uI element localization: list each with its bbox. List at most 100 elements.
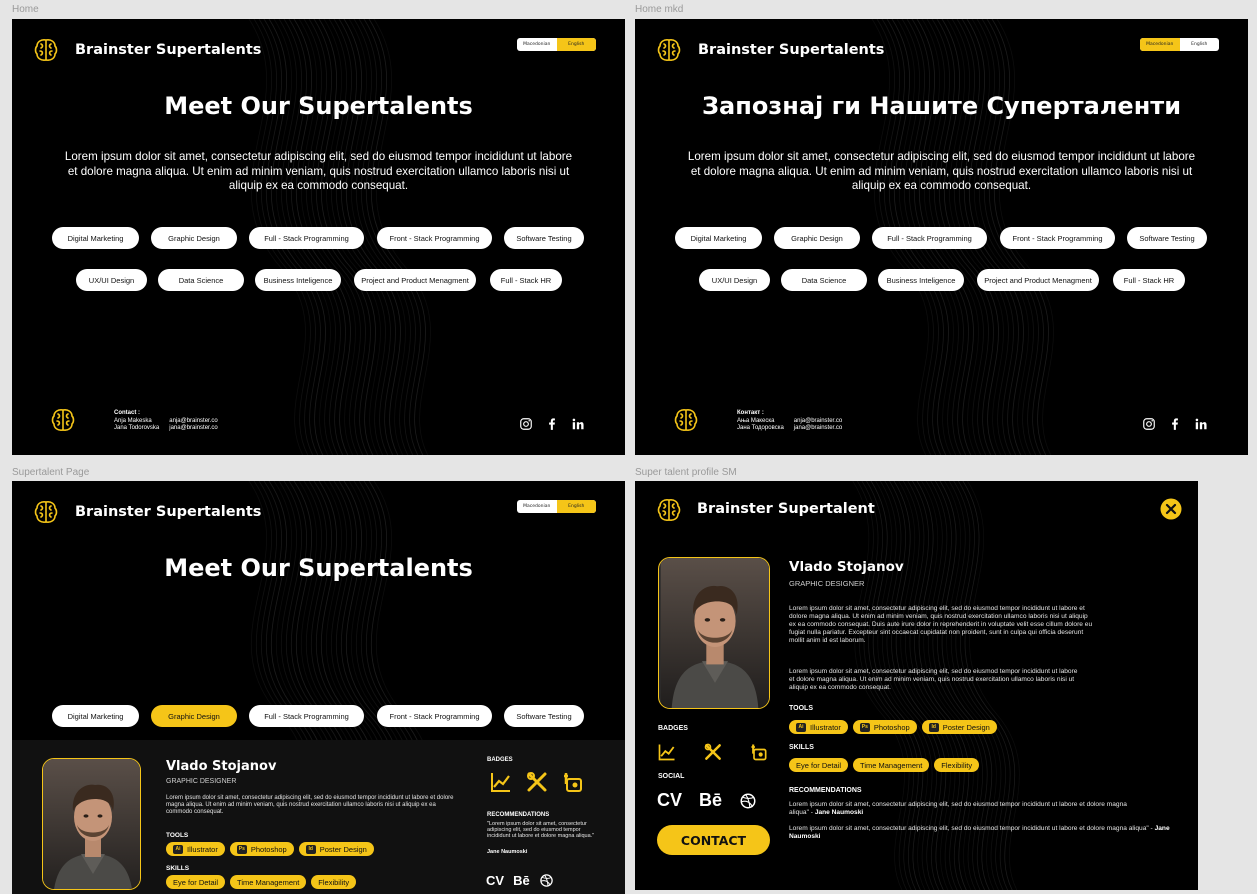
contact-email-link[interactable]: anja@brainster.co	[169, 418, 217, 426]
category-pill[interactable]: Business Inteligence	[878, 269, 964, 291]
tool-app-icon: Ai	[173, 844, 183, 854]
recommender-name: Jane Naumoski	[814, 809, 864, 816]
category-pill[interactable]: UX/UI Design	[76, 269, 147, 291]
talent-role: GRAPHIC DESIGNER	[789, 579, 865, 588]
category-pill[interactable]: Data Science	[781, 269, 867, 291]
tool-name: Photoshop	[873, 722, 910, 732]
brand-name[interactable]: Brainster Supertalents	[75, 42, 261, 58]
brush-badge-icon	[561, 770, 585, 794]
tool-name: Photoshop	[250, 844, 287, 854]
frame-label-home: Home	[12, 4, 39, 15]
instagram-icon[interactable]	[1142, 417, 1156, 431]
lang-option-macedonian[interactable]: Macedonian	[517, 500, 557, 513]
brain-logo-icon[interactable]	[32, 36, 60, 64]
behance-icon[interactable]: Bē	[699, 790, 722, 811]
facebook-icon[interactable]	[1168, 417, 1182, 431]
tool-name: Poster Design	[319, 844, 367, 854]
contact-button[interactable]: CONTACT	[657, 825, 770, 855]
talent-role: GRAPHIC DESIGNER	[166, 778, 237, 785]
category-pill[interactable]: Data Science	[158, 269, 244, 291]
category-pill[interactable]: Full - Stack Programming	[249, 705, 364, 727]
contact-name: Ања Макеска	[737, 417, 775, 424]
social-links: CV Bē	[657, 790, 757, 811]
talent-bio-2: Lorem ipsum dolor sit amet, consectetur …	[789, 668, 1078, 691]
tools-badge-icon	[525, 770, 549, 794]
frame-label-profile-sm: Super talent profile SM	[635, 467, 737, 478]
talent-name: Vlado Stojanov	[789, 559, 904, 575]
page-title: Meet Our Supertalents	[164, 92, 473, 120]
social-links	[1142, 417, 1208, 431]
contact-email-link[interactable]: jana@brainster.co	[169, 425, 217, 433]
brain-logo-icon[interactable]	[655, 496, 683, 524]
lang-option-macedonian[interactable]: Macedonian	[1140, 38, 1180, 51]
category-pill[interactable]: Project and Product Menagment	[977, 269, 1099, 291]
chart-badge-icon	[489, 770, 513, 794]
talent-name[interactable]: Vlado Stojanov	[166, 759, 276, 774]
language-switch[interactable]: Macedonian English	[517, 38, 596, 51]
page-title: Meet Our Supertalents	[164, 554, 473, 582]
cv-icon[interactable]: CV	[486, 873, 504, 888]
dribbble-icon[interactable]	[539, 873, 554, 888]
lang-option-english[interactable]: English	[556, 38, 596, 51]
category-pill[interactable]: Graphic Design	[151, 705, 237, 727]
category-pill[interactable]: Digital Marketing	[52, 705, 139, 727]
skill-tag: Eye for Detail	[166, 875, 226, 889]
lang-option-macedonian[interactable]: Macedonian	[517, 38, 557, 51]
category-pill[interactable]: Full - Stack Programming	[249, 227, 364, 249]
tool-name: Illustrator	[810, 722, 841, 732]
contact-label: Contact :	[114, 410, 140, 416]
language-switch[interactable]: Macedonian English	[1140, 38, 1219, 51]
category-pill[interactable]: Front - Stack Programming	[377, 705, 492, 727]
brain-logo-icon[interactable]	[655, 36, 683, 64]
language-switch[interactable]: Macedonian English	[517, 500, 596, 513]
category-pill[interactable]: Front - Stack Programming	[377, 227, 492, 249]
brand-name[interactable]: Brainster Supertalents	[698, 42, 884, 58]
category-pill[interactable]: Business Inteligence	[255, 269, 341, 291]
contact-email-link[interactable]: jana@brainster.co	[794, 425, 842, 433]
category-pill[interactable]: Software Testing	[504, 227, 584, 249]
contact-email-link[interactable]: anja@brainster.co	[794, 418, 842, 426]
category-pill[interactable]: Project and Product Menagment	[354, 269, 476, 291]
category-pill[interactable]: Full - Stack HR	[1113, 269, 1185, 291]
chart-badge-icon	[657, 742, 677, 762]
tools-heading: TOOLS	[166, 832, 189, 839]
skill-tag: Flexibility	[311, 875, 357, 889]
recommender-name: Jane Naumoski	[487, 849, 528, 855]
category-pill[interactable]: Graphic Design	[774, 227, 860, 249]
linkedin-icon[interactable]	[571, 417, 585, 431]
contact-name: Jana Todorovska	[114, 425, 160, 431]
category-pill[interactable]: Digital Marketing	[675, 227, 762, 249]
dribbble-icon[interactable]	[739, 792, 757, 810]
brand-name[interactable]: Brainster Supertalents	[75, 504, 261, 520]
category-pill[interactable]: Graphic Design	[151, 227, 237, 249]
category-pill[interactable]: Software Testing	[1127, 227, 1207, 249]
facebook-icon[interactable]	[545, 417, 559, 431]
recommendations-heading: RECOMMENDATIONS	[789, 787, 862, 794]
skills-list: Eye for Detail Time Management Flexibility	[789, 758, 984, 772]
tool-tag: Id Poster Design	[298, 842, 374, 856]
lang-option-english[interactable]: English	[556, 500, 596, 513]
skills-heading: SKILLS	[789, 744, 814, 751]
category-pill[interactable]: UX/UI Design	[699, 269, 770, 291]
skill-tag: Eye for Detail	[789, 758, 849, 772]
contact-name: Anja Makeska	[114, 417, 152, 424]
brand-name[interactable]: Brainster Supertalent	[697, 501, 875, 517]
tools-list: Ai Illustrator Ps Photoshop Id Poster Design	[166, 842, 379, 856]
intro-text: Lorem ipsum dolor sit amet, consectetur …	[64, 150, 573, 192]
instagram-icon[interactable]	[519, 417, 533, 431]
category-pill[interactable]: Front - Stack Programming	[1000, 227, 1115, 249]
category-pill[interactable]: Full - Stack Programming	[872, 227, 987, 249]
lang-option-english[interactable]: English	[1180, 38, 1220, 51]
category-pill[interactable]: Full - Stack HR	[490, 269, 562, 291]
close-icon[interactable]	[1160, 498, 1182, 520]
behance-icon[interactable]: Bē	[513, 873, 530, 888]
talent-card[interactable]: Vlado Stojanov GRAPHIC DESIGNER Lorem ip…	[12, 740, 625, 894]
cv-icon[interactable]: CV	[657, 790, 682, 811]
brain-logo-icon[interactable]	[32, 498, 60, 526]
category-pill[interactable]: Software Testing	[504, 705, 584, 727]
talent-photo	[658, 557, 770, 709]
linkedin-icon[interactable]	[1194, 417, 1208, 431]
category-pill[interactable]: Digital Marketing	[52, 227, 139, 249]
tool-tag: Ai Illustrator	[166, 842, 225, 856]
tools-heading: TOOLS	[789, 705, 813, 712]
